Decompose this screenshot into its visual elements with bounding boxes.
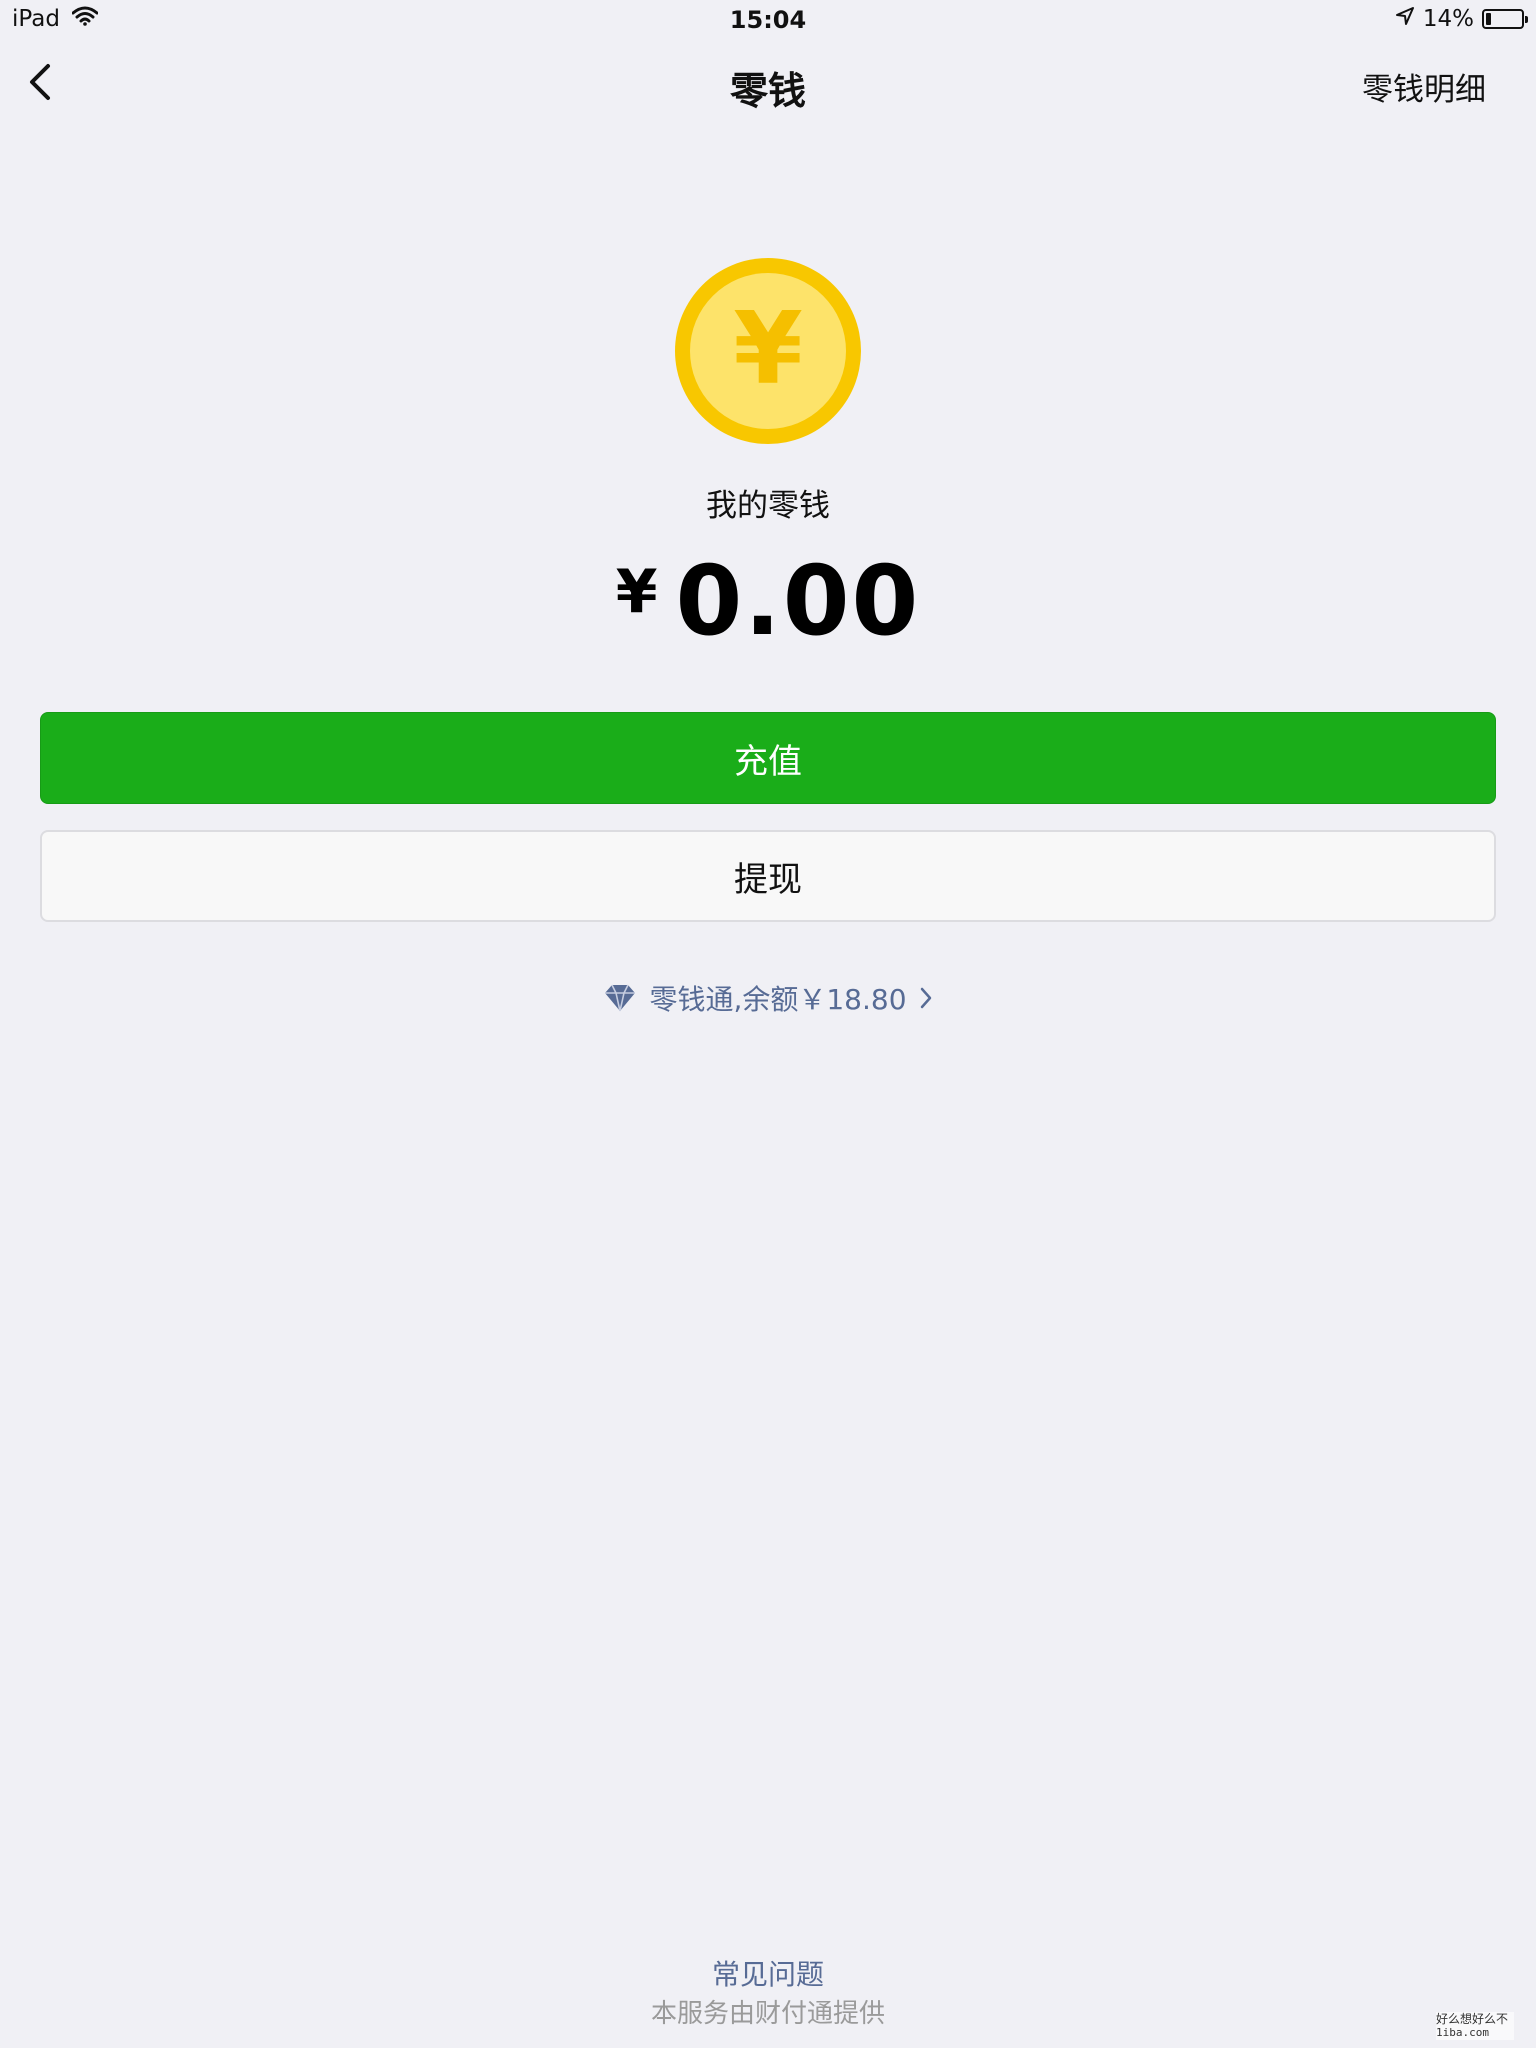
watermark-line-2: 1iba.com: [1436, 2026, 1489, 2039]
watermark: 好么想好么不 1iba.com: [1436, 2012, 1514, 2040]
battery-icon: [1482, 9, 1528, 29]
battery-percent: 14%: [1422, 6, 1474, 32]
wallet-label: 我的零钱: [706, 488, 830, 524]
coin-symbol: ¥: [733, 290, 803, 407]
navigation-bar: 零钱 零钱明细: [0, 40, 1536, 128]
withdraw-button[interactable]: 提现: [40, 830, 1496, 922]
balance-amount: 0.00: [675, 545, 921, 657]
wifi-icon: [71, 6, 99, 32]
balance-display: ¥0.00: [0, 545, 1536, 657]
wallet-page: iPad 15:04 14% 零钱 零钱明细 ¥ 我的零钱 ¥ 0.00 充值 …: [0, 0, 1536, 2048]
faq-link[interactable]: 常见问题: [0, 1953, 1536, 1993]
provider-note: 本服务由财付通提供: [650, 1999, 885, 2029]
back-button[interactable]: [18, 58, 66, 106]
currency-symbol: ¥: [615, 557, 658, 627]
status-bar-right: 14%: [1395, 6, 1528, 32]
status-bar: iPad 15:04 14%: [0, 0, 1536, 40]
recharge-button[interactable]: 充值: [40, 712, 1496, 804]
chevron-left-icon: [30, 64, 50, 100]
status-bar-left: iPad: [12, 6, 99, 32]
page-title: 零钱: [729, 69, 806, 113]
transaction-details-link[interactable]: 零钱明细: [1362, 64, 1486, 109]
lingqiantong-link[interactable]: 零钱通,余额￥18.80: [0, 978, 1536, 1018]
lingqiantong-text: 零钱通,余额￥18.80: [649, 983, 907, 1016]
diamond-icon: [603, 983, 637, 1013]
watermark-line-1: 好么想好么不: [1436, 2012, 1509, 2026]
coin-icon: ¥: [675, 258, 861, 444]
status-time: 15:04: [729, 6, 807, 34]
location-arrow-icon: [1395, 6, 1415, 32]
device-name: iPad: [12, 6, 60, 32]
battery-level: [1486, 13, 1491, 25]
chevron-right-icon: [919, 985, 933, 1011]
